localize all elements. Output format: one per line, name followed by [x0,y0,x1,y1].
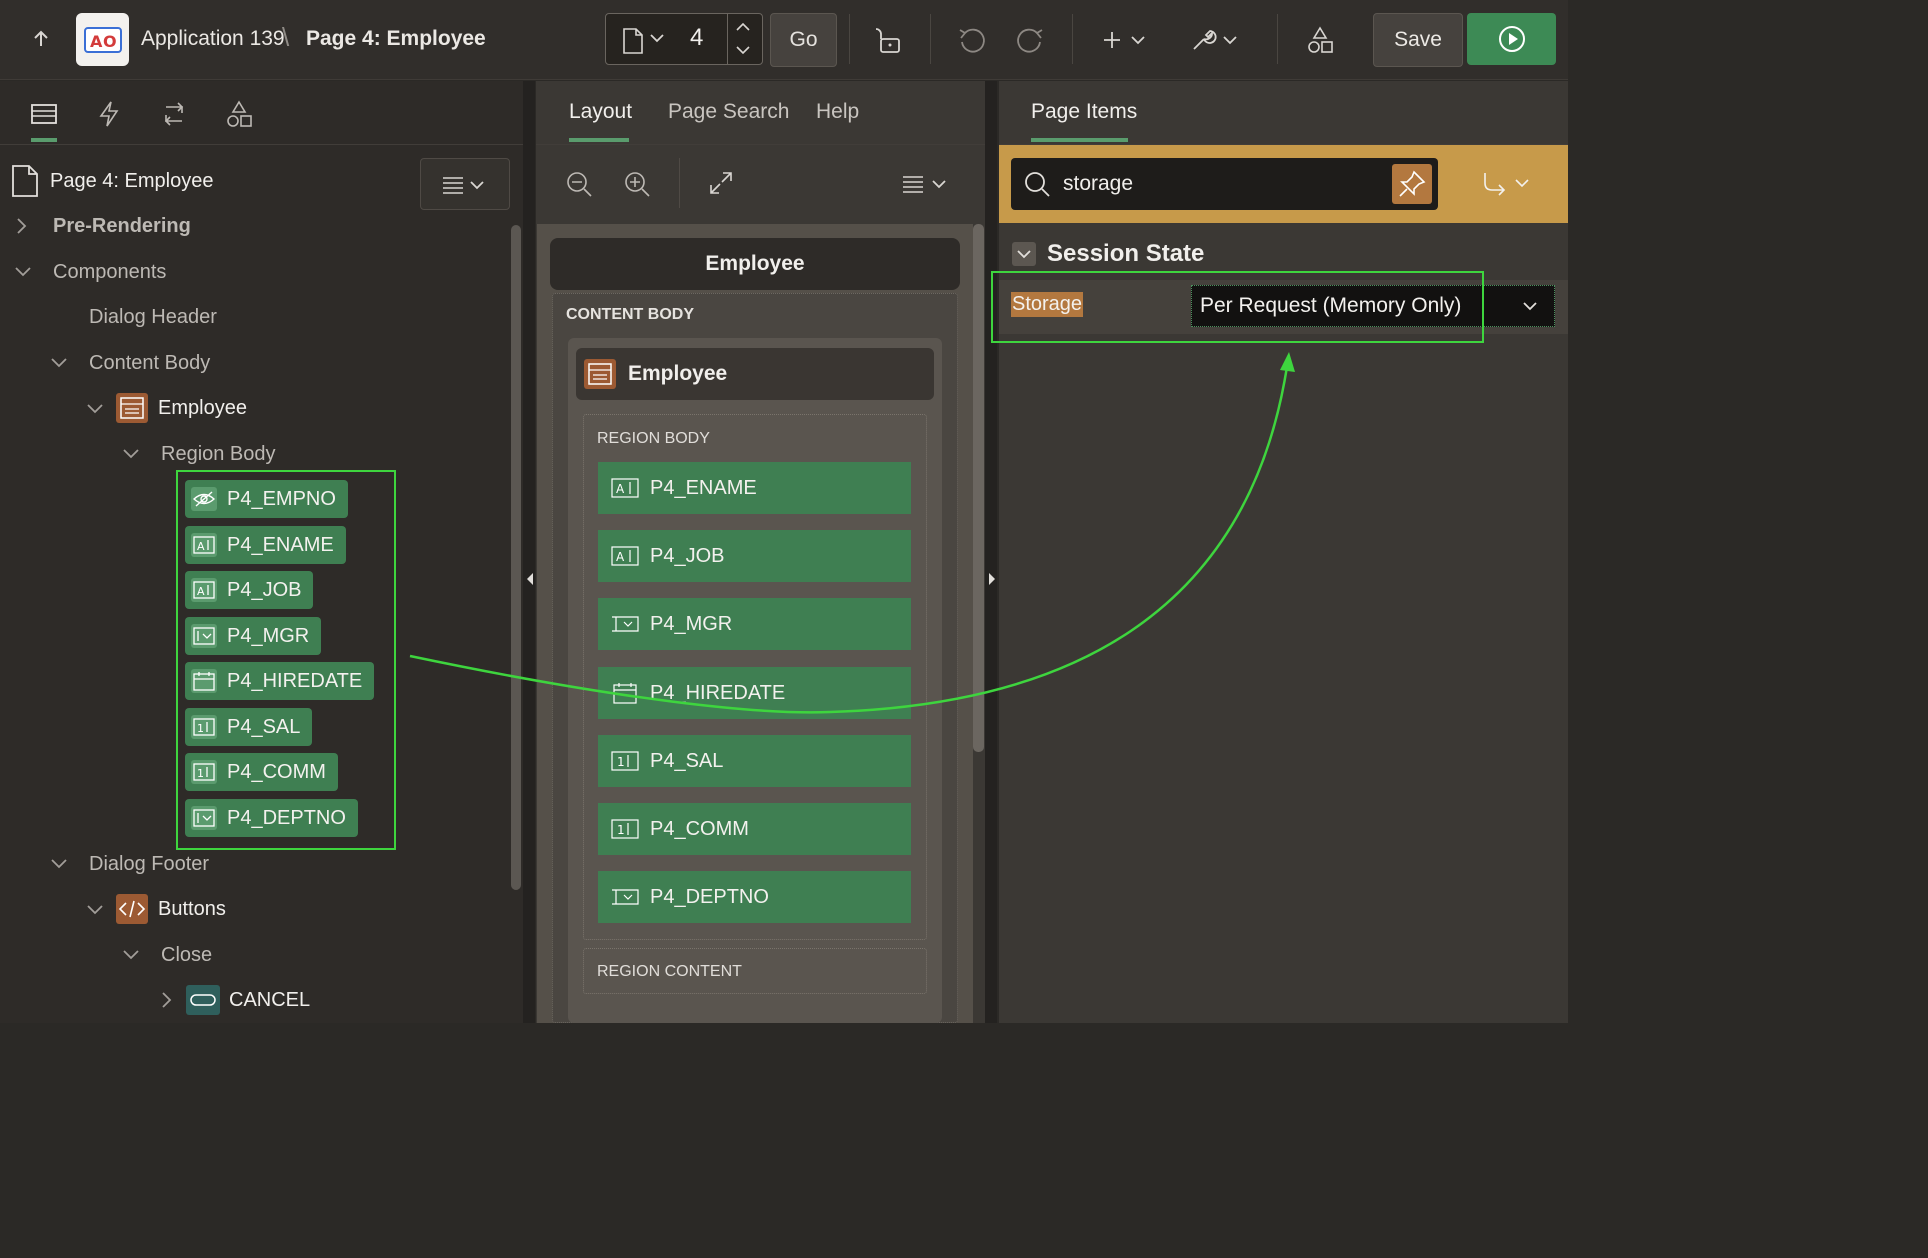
annotation-arrow [409,352,1295,714]
